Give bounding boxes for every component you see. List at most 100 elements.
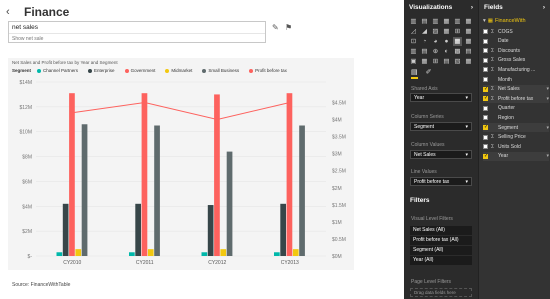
visual-type-icon[interactable]: ▦ <box>464 17 473 26</box>
chevron-down-icon[interactable]: ▾ <box>465 152 468 158</box>
qa-input[interactable]: net sales <box>12 24 38 31</box>
visual-type-icon[interactable]: ▦ <box>464 57 473 66</box>
profit-line <box>72 101 290 121</box>
checkbox[interactable]: ✓ <box>483 125 488 130</box>
well-shared-axis[interactable]: Year ▾ <box>410 93 472 102</box>
visual-type-icon[interactable]: ◔ <box>420 37 429 46</box>
field-item[interactable]: ✓ Σ Net Sales ▾ <box>483 84 549 94</box>
paint-roller-icon[interactable]: ▤ <box>411 68 418 79</box>
visual-type-icon[interactable]: ▥ <box>431 17 440 26</box>
qa-box[interactable]: net sales Show net sale <box>8 21 266 43</box>
field-item[interactable]: Σ Units Sold <box>483 142 549 151</box>
visual-type-icon[interactable]: ▦ <box>420 57 429 66</box>
well-column-series[interactable]: Segment ▾ <box>410 122 472 131</box>
field-item[interactable]: Region <box>483 113 549 122</box>
checkbox[interactable] <box>483 29 488 34</box>
field-item[interactable]: Σ COGS <box>483 27 549 36</box>
visual-type-icon[interactable]: ▥ <box>453 17 462 26</box>
field-item[interactable]: Σ Gross Sales <box>483 56 549 65</box>
visual-type-icon[interactable]: ▦ <box>442 17 451 26</box>
visual-type-icon[interactable]: ▦ <box>453 37 462 46</box>
field-item[interactable]: Quarter <box>483 104 549 113</box>
drop-zone[interactable]: Drag data fields here <box>410 288 472 297</box>
visual-type-icon[interactable]: ◐ <box>442 47 451 56</box>
well-value: Profit before tax <box>414 178 450 185</box>
bar <box>75 249 82 256</box>
visual-type-icon[interactable]: ▥ <box>409 47 418 56</box>
visual-type-icon[interactable]: ▣ <box>409 57 418 66</box>
qa-suggestion[interactable]: Show net sale <box>9 33 265 43</box>
field-item[interactable]: Σ Manufacturing ... <box>483 65 549 74</box>
chevron-down-icon[interactable]: ▾ <box>483 18 486 24</box>
checkbox[interactable] <box>483 134 488 140</box>
source-text: Source: FinanceWithTable <box>12 282 71 288</box>
visual-type-icon[interactable]: ▥ <box>409 17 418 26</box>
checkbox[interactable] <box>483 77 488 82</box>
visual-type-icon[interactable]: ▤ <box>464 47 473 56</box>
visual-type-icon[interactable]: ● <box>442 37 451 46</box>
well-column-values[interactable]: Net Sales ▾ <box>410 150 472 159</box>
checkbox[interactable]: ✓ <box>483 96 488 102</box>
checkbox[interactable] <box>483 67 488 73</box>
visual-type-icon[interactable]: ⊞ <box>453 27 462 36</box>
visual-type-icon[interactable]: ▦ <box>464 37 473 46</box>
bar <box>69 93 75 256</box>
visual-type-icon[interactable]: ◕ <box>431 37 440 46</box>
chevron-down-icon[interactable]: ▾ <box>546 96 549 102</box>
visual-type-icon[interactable]: ▦ <box>442 27 451 36</box>
checkbox[interactable] <box>483 38 488 44</box>
visual-type-icon[interactable]: ⊕ <box>431 47 440 56</box>
field-item[interactable]: ✓ Year ▾ <box>483 151 549 161</box>
table-node[interactable]: ▾ ▦ FinanceWith <box>483 18 526 24</box>
field-item[interactable]: Σ Discounts <box>483 46 549 55</box>
visual-type-icon[interactable]: ▦ <box>464 27 473 36</box>
visual-type-icon[interactable]: ⊞ <box>431 57 440 66</box>
visual-type-icon[interactable]: ▤ <box>420 17 429 26</box>
chevron-left-icon[interactable]: ‹ <box>6 6 20 18</box>
page-title: Finance <box>24 5 70 19</box>
filter-profit-before-tax[interactable]: Profit before tax (All) <box>410 236 472 245</box>
chevron-down-icon[interactable]: ▾ <box>546 86 549 92</box>
chevron-down-icon[interactable]: ▾ <box>465 124 468 130</box>
sigma-icon: Σ <box>491 143 495 150</box>
chevron-down-icon[interactable]: ▾ <box>546 125 549 131</box>
bar <box>154 125 160 256</box>
field-item[interactable]: ✓ Segment ▾ <box>483 123 549 132</box>
field-item[interactable]: Date <box>483 37 549 46</box>
well-line-values[interactable]: Profit before tax ▾ <box>410 177 472 186</box>
visual-type-icon[interactable]: ▧ <box>453 57 462 66</box>
chevron-down-icon[interactable]: ▾ <box>465 95 468 101</box>
visual-type-icon[interactable]: ▤ <box>420 47 429 56</box>
visualizations-header: Visualizations › <box>404 0 478 14</box>
checkbox[interactable] <box>483 57 488 63</box>
checkbox[interactable] <box>483 48 488 54</box>
flag-icon[interactable]: ⚑ <box>285 23 292 32</box>
filter-year[interactable]: Year (All) <box>410 256 472 265</box>
checkbox[interactable] <box>483 144 488 150</box>
field-item[interactable]: Σ Selling Price <box>483 133 549 142</box>
pin-icon[interactable]: ✎ <box>272 23 279 32</box>
visual-type-icon[interactable]: ◢ <box>420 27 429 36</box>
filter-segment[interactable]: Segment (All) <box>410 246 472 255</box>
checkbox[interactable]: ✓ <box>483 153 488 159</box>
visual-type-icon[interactable]: ▤ <box>442 57 451 66</box>
field-item[interactable]: ✓ Σ Profit before tax ▾ <box>483 94 549 104</box>
visual-type-icon[interactable]: ◿ <box>409 27 418 36</box>
checkbox[interactable]: ✓ <box>483 86 488 92</box>
combo-chart[interactable]: Net Sales and Profit before tax by Year … <box>8 58 354 270</box>
field-name: Date <box>498 38 509 45</box>
field-name: Discounts <box>498 47 520 54</box>
well-value: Net Sales <box>414 151 436 158</box>
visual-type-icon[interactable]: ▨ <box>431 27 440 36</box>
chevron-right-icon[interactable]: › <box>543 4 545 11</box>
chevron-right-icon[interactable]: › <box>471 4 473 11</box>
field-item[interactable]: Month <box>483 75 549 84</box>
visual-type-icon[interactable]: ▩ <box>453 47 462 56</box>
chevron-down-icon[interactable]: ▾ <box>465 179 468 185</box>
checkbox[interactable] <box>483 105 488 111</box>
chevron-down-icon[interactable]: ▾ <box>546 153 549 159</box>
checkbox[interactable] <box>483 115 488 121</box>
filter-net-sales[interactable]: Net Sales (All) <box>410 226 472 235</box>
brush-icon[interactable]: ✐ <box>426 68 432 79</box>
visual-type-icon[interactable]: ⊡ <box>409 37 418 46</box>
